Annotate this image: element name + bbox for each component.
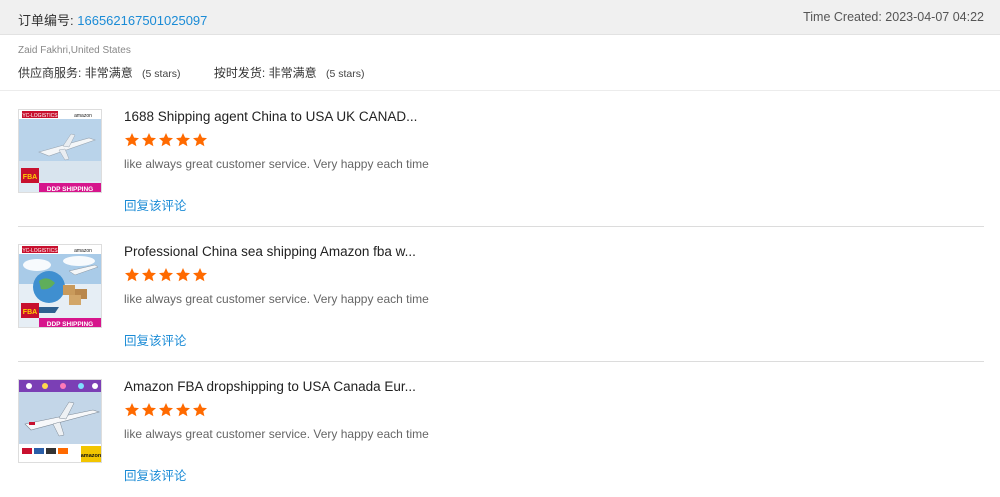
rating-note: (5 stars): [325, 68, 365, 80]
star-icon: [176, 403, 190, 417]
star-rating: [124, 402, 209, 420]
review-comment: like always great customer service. Very…: [124, 157, 429, 171]
svg-text:amazon: amazon: [74, 248, 92, 254]
rating-on-time-delivery: 按时发货: 非常满意 (5 stars): [214, 64, 365, 81]
star-icon: [193, 403, 207, 417]
product-thumbnail[interactable]: YC-LOGISTICS amazon FBA DDP SHIPPING: [18, 109, 102, 193]
star-icon: [176, 268, 190, 282]
order-number-link[interactable]: 166562167501025097: [77, 13, 207, 28]
thumbnail-image: amazon: [19, 380, 102, 462]
order-number-row: 订单编号: 166562167501025097: [18, 10, 207, 29]
rating-value: 非常满意: [268, 66, 317, 80]
reply-review-link[interactable]: 回复该评论: [124, 330, 187, 349]
review-comment: like always great customer service. Very…: [124, 427, 429, 441]
seller-ratings: 供应商服务: 非常满意 (5 stars) 按时发货: 非常满意 (5 star…: [18, 64, 394, 81]
review-item: YC-LOGISTICS amazon FBA DDP SHIPPING Pro…: [18, 227, 984, 362]
thumbnail-image: YC-LOGISTICS amazon FBA DDP SHIPPING: [19, 110, 101, 193]
star-icon: [142, 403, 156, 417]
rating-label: 供应商服务:: [18, 66, 82, 80]
product-thumbnail[interactable]: YC-LOGISTICS amazon FBA DDP SHIPPING: [18, 244, 102, 328]
reply-review-link[interactable]: 回复该评论: [124, 195, 187, 214]
star-icon: [142, 133, 156, 147]
reply-review-link[interactable]: 回复该评论: [124, 465, 187, 484]
svg-text:YC-LOGISTICS: YC-LOGISTICS: [22, 113, 58, 119]
star-icon: [176, 133, 190, 147]
time-created: Time Created: 2023-04-07 04:22: [803, 10, 984, 24]
star-icon: [125, 403, 139, 417]
star-icon: [159, 268, 173, 282]
svg-text:FBA: FBA: [23, 309, 37, 316]
order-number-label: 订单编号:: [18, 13, 74, 28]
product-title[interactable]: Amazon FBA dropshipping to USA Canada Eu…: [124, 379, 416, 394]
review-item: amazon Amazon FBA dropshipping to USA Ca…: [18, 362, 984, 497]
svg-text:amazon: amazon: [74, 113, 92, 119]
svg-text:DDP SHIPPING: DDP SHIPPING: [47, 321, 93, 328]
star-icon: [193, 133, 207, 147]
star-icon: [159, 403, 173, 417]
star-rating: [124, 132, 209, 150]
star-icon: [125, 268, 139, 282]
thumbnail-image: YC-LOGISTICS amazon FBA DDP SHIPPING: [19, 245, 101, 328]
order-header: 订单编号: 166562167501025097 Time Created: 2…: [0, 0, 1000, 35]
review-comment: like always great customer service. Very…: [124, 292, 429, 306]
product-thumbnail[interactable]: amazon: [18, 379, 102, 463]
star-icon: [142, 268, 156, 282]
product-title[interactable]: Professional China sea shipping Amazon f…: [124, 244, 416, 259]
star-icon: [125, 133, 139, 147]
star-icon: [193, 268, 207, 282]
svg-text:FBA: FBA: [23, 174, 37, 181]
rating-label: 按时发货:: [213, 66, 266, 80]
star-icon: [159, 133, 173, 147]
star-rating: [124, 267, 209, 285]
rating-value: 非常满意: [84, 66, 133, 80]
rating-supplier-service: 供应商服务: 非常满意 (5 stars): [18, 64, 181, 81]
review-item: YC-LOGISTICS amazon FBA DDP SHIPPING 168…: [18, 92, 984, 227]
svg-text:amazon: amazon: [81, 453, 102, 459]
product-title[interactable]: 1688 Shipping agent China to USA UK CANA…: [124, 109, 417, 124]
header-divider: [0, 90, 1000, 91]
rating-note: (5 stars): [142, 68, 181, 80]
buyer-name: Zaid Fakhri,United States: [18, 45, 131, 56]
svg-text:DDP SHIPPING: DDP SHIPPING: [47, 186, 93, 193]
svg-text:YC-LOGISTICS: YC-LOGISTICS: [22, 248, 58, 254]
